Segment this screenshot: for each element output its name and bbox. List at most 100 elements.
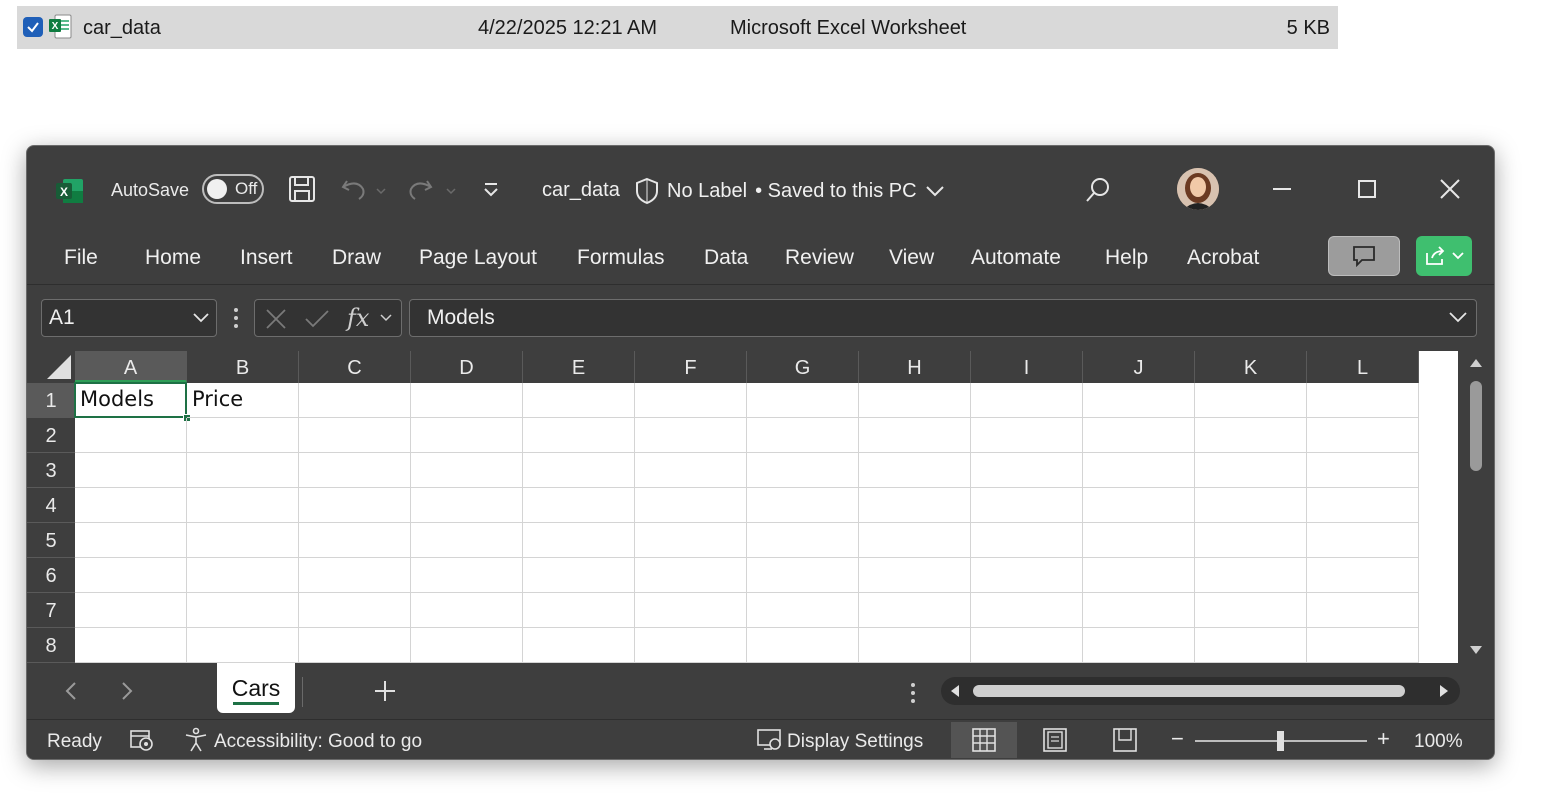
cell-b6[interactable] — [187, 558, 299, 593]
cell-l6[interactable] — [1307, 558, 1419, 593]
cell-d6[interactable] — [411, 558, 523, 593]
display-settings-icon[interactable] — [755, 726, 785, 754]
cell-c7[interactable] — [299, 593, 411, 628]
column-header-c[interactable]: C — [299, 351, 411, 383]
cell-g8[interactable] — [747, 628, 859, 663]
row-header-3[interactable]: 3 — [27, 453, 75, 488]
cell-e6[interactable] — [523, 558, 635, 593]
cell-l5[interactable] — [1307, 523, 1419, 558]
cell-f3[interactable] — [635, 453, 747, 488]
search-icon[interactable] — [1082, 174, 1114, 206]
cell-f6[interactable] — [635, 558, 747, 593]
more-options-icon[interactable] — [228, 303, 244, 333]
cell-f8[interactable] — [635, 628, 747, 663]
cell-d2[interactable] — [411, 418, 523, 453]
row-header-4[interactable]: 4 — [27, 488, 75, 523]
previous-sheet-icon[interactable] — [59, 677, 83, 705]
cell-g1[interactable] — [747, 383, 859, 418]
column-header-j[interactable]: J — [1083, 351, 1195, 383]
expand-formula-bar-icon[interactable] — [1448, 308, 1468, 332]
row-header-8[interactable]: 8 — [27, 628, 75, 663]
menu-review[interactable]: Review — [785, 246, 854, 270]
accessibility-status[interactable]: Accessibility: Good to go — [214, 731, 422, 753]
comments-button[interactable] — [1328, 236, 1400, 276]
cell-l1[interactable] — [1307, 383, 1419, 418]
cell-j2[interactable] — [1083, 418, 1195, 453]
column-header-b[interactable]: B — [187, 351, 299, 383]
zoom-in-button[interactable]: + — [1377, 726, 1390, 752]
workbook-statistics-icon[interactable] — [127, 726, 157, 754]
cell-c1[interactable] — [299, 383, 411, 418]
menu-help[interactable]: Help — [1105, 246, 1148, 270]
save-icon[interactable] — [287, 174, 317, 204]
worksheet-grid[interactable]: A B C D E F G H I J K L 1 Models Price 2 3 4 5 6 7 8 — [27, 351, 1458, 663]
cell-e7[interactable] — [523, 593, 635, 628]
menu-acrobat[interactable]: Acrobat — [1187, 246, 1259, 270]
cancel-icon[interactable] — [263, 306, 289, 332]
more-options-icon[interactable] — [905, 679, 921, 707]
user-avatar[interactable] — [1177, 168, 1219, 210]
cell-i1[interactable] — [971, 383, 1083, 418]
column-header-l[interactable]: L — [1307, 351, 1419, 383]
cell-d3[interactable] — [411, 453, 523, 488]
next-sheet-icon[interactable] — [115, 677, 139, 705]
zoom-level[interactable]: 100% — [1414, 731, 1463, 753]
cell-b1[interactable]: Price — [187, 383, 299, 418]
display-settings-label[interactable]: Display Settings — [787, 731, 923, 753]
row-header-5[interactable]: 5 — [27, 523, 75, 558]
cell-c6[interactable] — [299, 558, 411, 593]
cell-b8[interactable] — [187, 628, 299, 663]
vertical-scroll-thumb[interactable] — [1470, 381, 1482, 471]
menu-home[interactable]: Home — [145, 246, 201, 270]
row-header-7[interactable]: 7 — [27, 593, 75, 628]
cell-i5[interactable] — [971, 523, 1083, 558]
formula-input[interactable]: Models — [409, 299, 1477, 337]
cell-d8[interactable] — [411, 628, 523, 663]
cell-i8[interactable] — [971, 628, 1083, 663]
cell-a8[interactable] — [75, 628, 187, 663]
cell-h2[interactable] — [859, 418, 971, 453]
cell-f7[interactable] — [635, 593, 747, 628]
cell-c4[interactable] — [299, 488, 411, 523]
cell-k5[interactable] — [1195, 523, 1307, 558]
page-layout-view-button[interactable] — [1022, 722, 1088, 758]
cell-k3[interactable] — [1195, 453, 1307, 488]
cell-l3[interactable] — [1307, 453, 1419, 488]
cell-k2[interactable] — [1195, 418, 1307, 453]
cell-a2[interactable] — [75, 418, 187, 453]
cell-b5[interactable] — [187, 523, 299, 558]
cell-e2[interactable] — [523, 418, 635, 453]
enter-icon[interactable] — [303, 306, 331, 332]
minimize-icon[interactable] — [1267, 174, 1297, 204]
vertical-scrollbar[interactable] — [1459, 351, 1493, 663]
cell-l7[interactable] — [1307, 593, 1419, 628]
cell-a5[interactable] — [75, 523, 187, 558]
row-header-1[interactable]: 1 — [27, 383, 75, 418]
file-list-row[interactable]: X car_data 4/22/2025 12:21 AM Microsoft … — [17, 6, 1338, 49]
cell-j1[interactable] — [1083, 383, 1195, 418]
zoom-slider-thumb[interactable] — [1277, 731, 1284, 751]
cell-l8[interactable] — [1307, 628, 1419, 663]
cell-g5[interactable] — [747, 523, 859, 558]
column-header-a[interactable]: A — [75, 351, 187, 383]
menu-automate[interactable]: Automate — [971, 246, 1061, 270]
cell-h7[interactable] — [859, 593, 971, 628]
menu-data[interactable]: Data — [704, 246, 748, 270]
cell-h3[interactable] — [859, 453, 971, 488]
cell-e1[interactable] — [523, 383, 635, 418]
close-icon[interactable] — [1435, 174, 1465, 204]
menu-insert[interactable]: Insert — [240, 246, 293, 270]
chevron-down-icon[interactable] — [192, 308, 210, 332]
horizontal-scroll-thumb[interactable] — [973, 685, 1405, 697]
cell-k8[interactable] — [1195, 628, 1307, 663]
cell-j7[interactable] — [1083, 593, 1195, 628]
cell-i6[interactable] — [971, 558, 1083, 593]
column-header-g[interactable]: G — [747, 351, 859, 383]
cell-f5[interactable] — [635, 523, 747, 558]
zoom-out-button[interactable]: − — [1171, 726, 1184, 752]
menu-formulas[interactable]: Formulas — [577, 246, 665, 270]
menu-file[interactable]: File — [64, 246, 98, 270]
sheet-tab-cars[interactable]: Cars — [217, 663, 295, 713]
cell-h5[interactable] — [859, 523, 971, 558]
cell-g6[interactable] — [747, 558, 859, 593]
